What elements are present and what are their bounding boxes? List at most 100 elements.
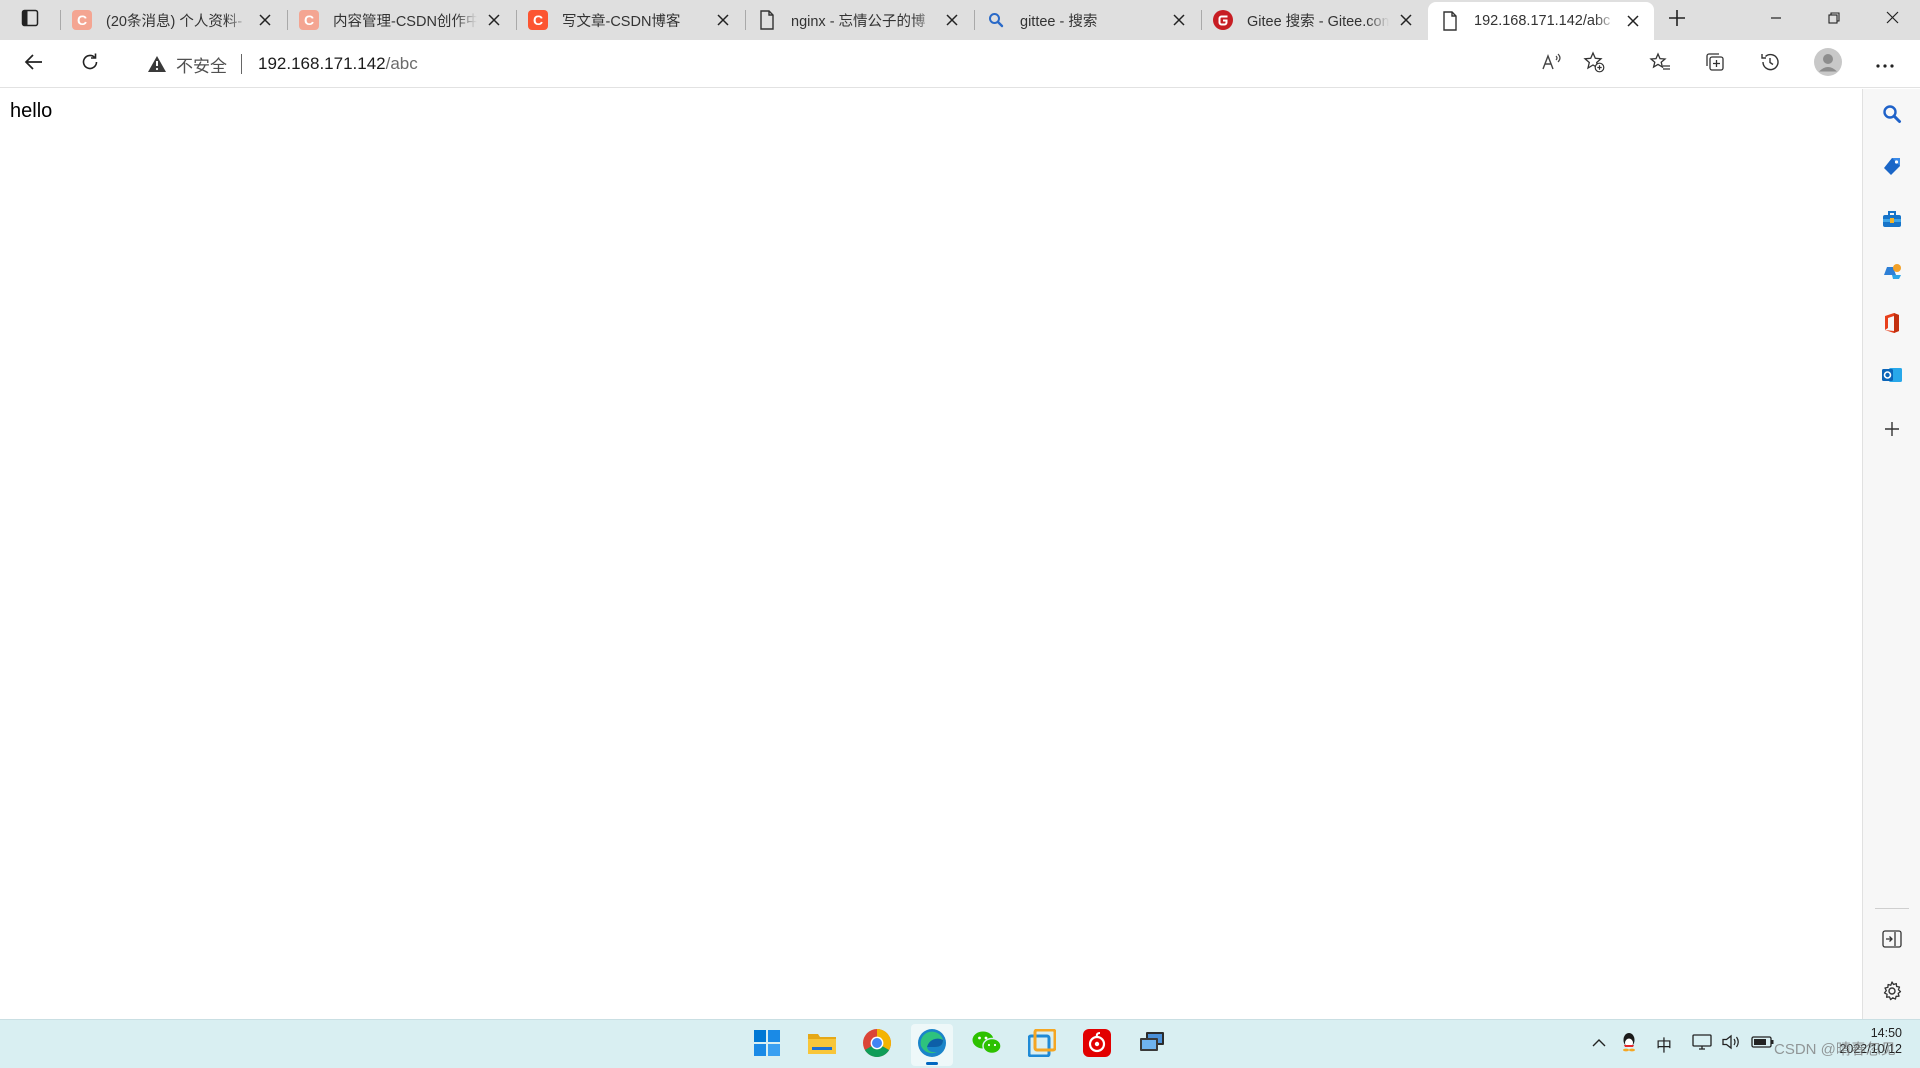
address-bar[interactable]: 不安全 192.168.171.142/abc [124, 45, 1624, 83]
remote-desktop-button[interactable] [1131, 1024, 1173, 1066]
restore-icon [1828, 11, 1840, 29]
close-icon[interactable] [941, 9, 963, 31]
read-aloud-icon [1541, 53, 1563, 76]
close-icon[interactable] [483, 9, 505, 31]
games-icon [1881, 261, 1903, 286]
settings-icon [1881, 980, 1903, 1007]
url-host[interactable]: 192.168.171.142 [258, 54, 386, 74]
favorites-icon [1649, 51, 1671, 77]
history-button[interactable] [1752, 46, 1788, 82]
tools-icon [1881, 209, 1903, 234]
tab-separator [287, 10, 288, 30]
refresh-icon [80, 52, 100, 77]
netease-music-button[interactable] [1076, 1024, 1118, 1066]
show-hidden-icons-button[interactable] [1586, 1026, 1612, 1062]
page-icon [757, 10, 777, 30]
browser-toolbar: 不安全 192.168.171.142/abc [0, 40, 1920, 88]
tab-csdn-write[interactable]: C 写文章-CSDN博客 [516, 0, 744, 40]
vmware-button[interactable] [1021, 1024, 1063, 1066]
tab-gittee-search[interactable]: gittee - 搜索 [974, 0, 1200, 40]
netease-music-icon [1083, 1028, 1111, 1062]
tab-gitee[interactable]: Gitee 搜索 - Gitee.com [1201, 0, 1427, 40]
csdn-icon: C [299, 10, 319, 30]
tab-title: 内容管理-CSDN创作中 [333, 13, 477, 30]
tab-actions-icon [21, 9, 39, 32]
star-add-icon [1583, 50, 1605, 78]
sidebar-settings-button[interactable] [1872, 973, 1912, 1013]
close-window-button[interactable] [1864, 0, 1920, 40]
sidebar-add-button[interactable] [1872, 411, 1912, 451]
network-button[interactable] [1688, 1026, 1716, 1062]
windows-taskbar: 中 14:50 2022/10/12 [0, 1019, 1920, 1068]
close-icon[interactable] [712, 9, 734, 31]
favorites-button[interactable] [1642, 46, 1678, 82]
tab-title: 写文章-CSDN博客 [562, 13, 681, 30]
close-icon[interactable] [1622, 10, 1644, 32]
volume-button[interactable] [1718, 1026, 1744, 1062]
sidebar-search-button[interactable] [1872, 96, 1912, 136]
add-favorite-button[interactable] [1578, 49, 1610, 79]
tab-csdn-profile[interactable]: C (20条消息) 个人资料- [60, 0, 286, 40]
remote-desktop-icon [1138, 1031, 1166, 1060]
tab-active-abc[interactable]: 192.168.171.142/abc [1428, 2, 1654, 40]
warning-icon[interactable] [146, 53, 168, 75]
settings-menu-button[interactable] [1867, 46, 1903, 82]
collections-icon [1704, 51, 1726, 78]
profile-button[interactable] [1810, 46, 1846, 82]
security-label[interactable]: 不安全 [176, 52, 227, 77]
tab-title: gittee - 搜索 [1020, 13, 1098, 30]
minimize-button[interactable] [1748, 0, 1804, 40]
tab-separator [974, 10, 975, 30]
restore-button[interactable] [1806, 0, 1862, 40]
battery-icon [1751, 1035, 1775, 1054]
csdn-icon: C [72, 10, 92, 30]
close-icon[interactable] [1395, 9, 1417, 31]
address-divider [241, 54, 242, 74]
chevron-up-icon [1592, 1035, 1606, 1053]
back-button[interactable] [16, 46, 52, 82]
collections-button[interactable] [1697, 46, 1733, 82]
input-method-indicator[interactable]: 中 [1650, 1026, 1678, 1062]
url-path[interactable]: /abc [386, 54, 418, 74]
read-aloud-button[interactable] [1536, 49, 1568, 79]
tab-title: Gitee 搜索 - Gitee.com [1247, 13, 1389, 30]
wechat-button[interactable] [966, 1024, 1008, 1066]
csdn-icon: C [528, 10, 548, 30]
edge-button[interactable] [911, 1024, 953, 1066]
search-icon [986, 10, 1006, 30]
page-body-text: hello [10, 100, 53, 122]
edge-sidebar [1862, 89, 1920, 1019]
file-explorer-button[interactable] [801, 1024, 843, 1066]
watermark-text: CSDN @晴春忽见 [1774, 1041, 1896, 1058]
file-explorer-icon [807, 1030, 837, 1061]
sidebar-shopping-button[interactable] [1872, 149, 1912, 189]
edge-icon [917, 1028, 947, 1063]
outlook-icon [1881, 365, 1903, 390]
sidebar-divider [1875, 908, 1909, 909]
tab-nginx[interactable]: nginx - 忘情公子的博 [745, 0, 973, 40]
close-icon[interactable] [254, 9, 276, 31]
chrome-icon [862, 1028, 892, 1063]
wechat-icon [971, 1029, 1003, 1062]
tab-actions-button[interactable] [8, 0, 52, 40]
history-icon [1759, 51, 1781, 78]
sidebar-hide-button[interactable] [1872, 921, 1912, 961]
vmware-icon [1027, 1028, 1057, 1062]
sidebar-office-button[interactable] [1872, 305, 1912, 345]
chrome-button[interactable] [856, 1024, 898, 1066]
close-icon[interactable] [1168, 9, 1190, 31]
start-button[interactable] [746, 1024, 788, 1066]
refresh-button[interactable] [72, 46, 108, 82]
svg-text:C: C [77, 12, 87, 28]
search-icon [1882, 104, 1902, 129]
new-tab-button[interactable] [1660, 4, 1694, 36]
sidebar-games-button[interactable] [1872, 253, 1912, 293]
sidebar-tools-button[interactable] [1872, 201, 1912, 241]
network-icon [1692, 1033, 1712, 1056]
sidebar-outlook-button[interactable] [1872, 357, 1912, 397]
svg-text:C: C [533, 12, 543, 28]
tab-csdn-content[interactable]: C 内容管理-CSDN创作中 [287, 0, 515, 40]
qq-tray-button[interactable] [1616, 1026, 1642, 1062]
gitee-icon [1213, 10, 1233, 30]
start-icon [753, 1029, 781, 1062]
